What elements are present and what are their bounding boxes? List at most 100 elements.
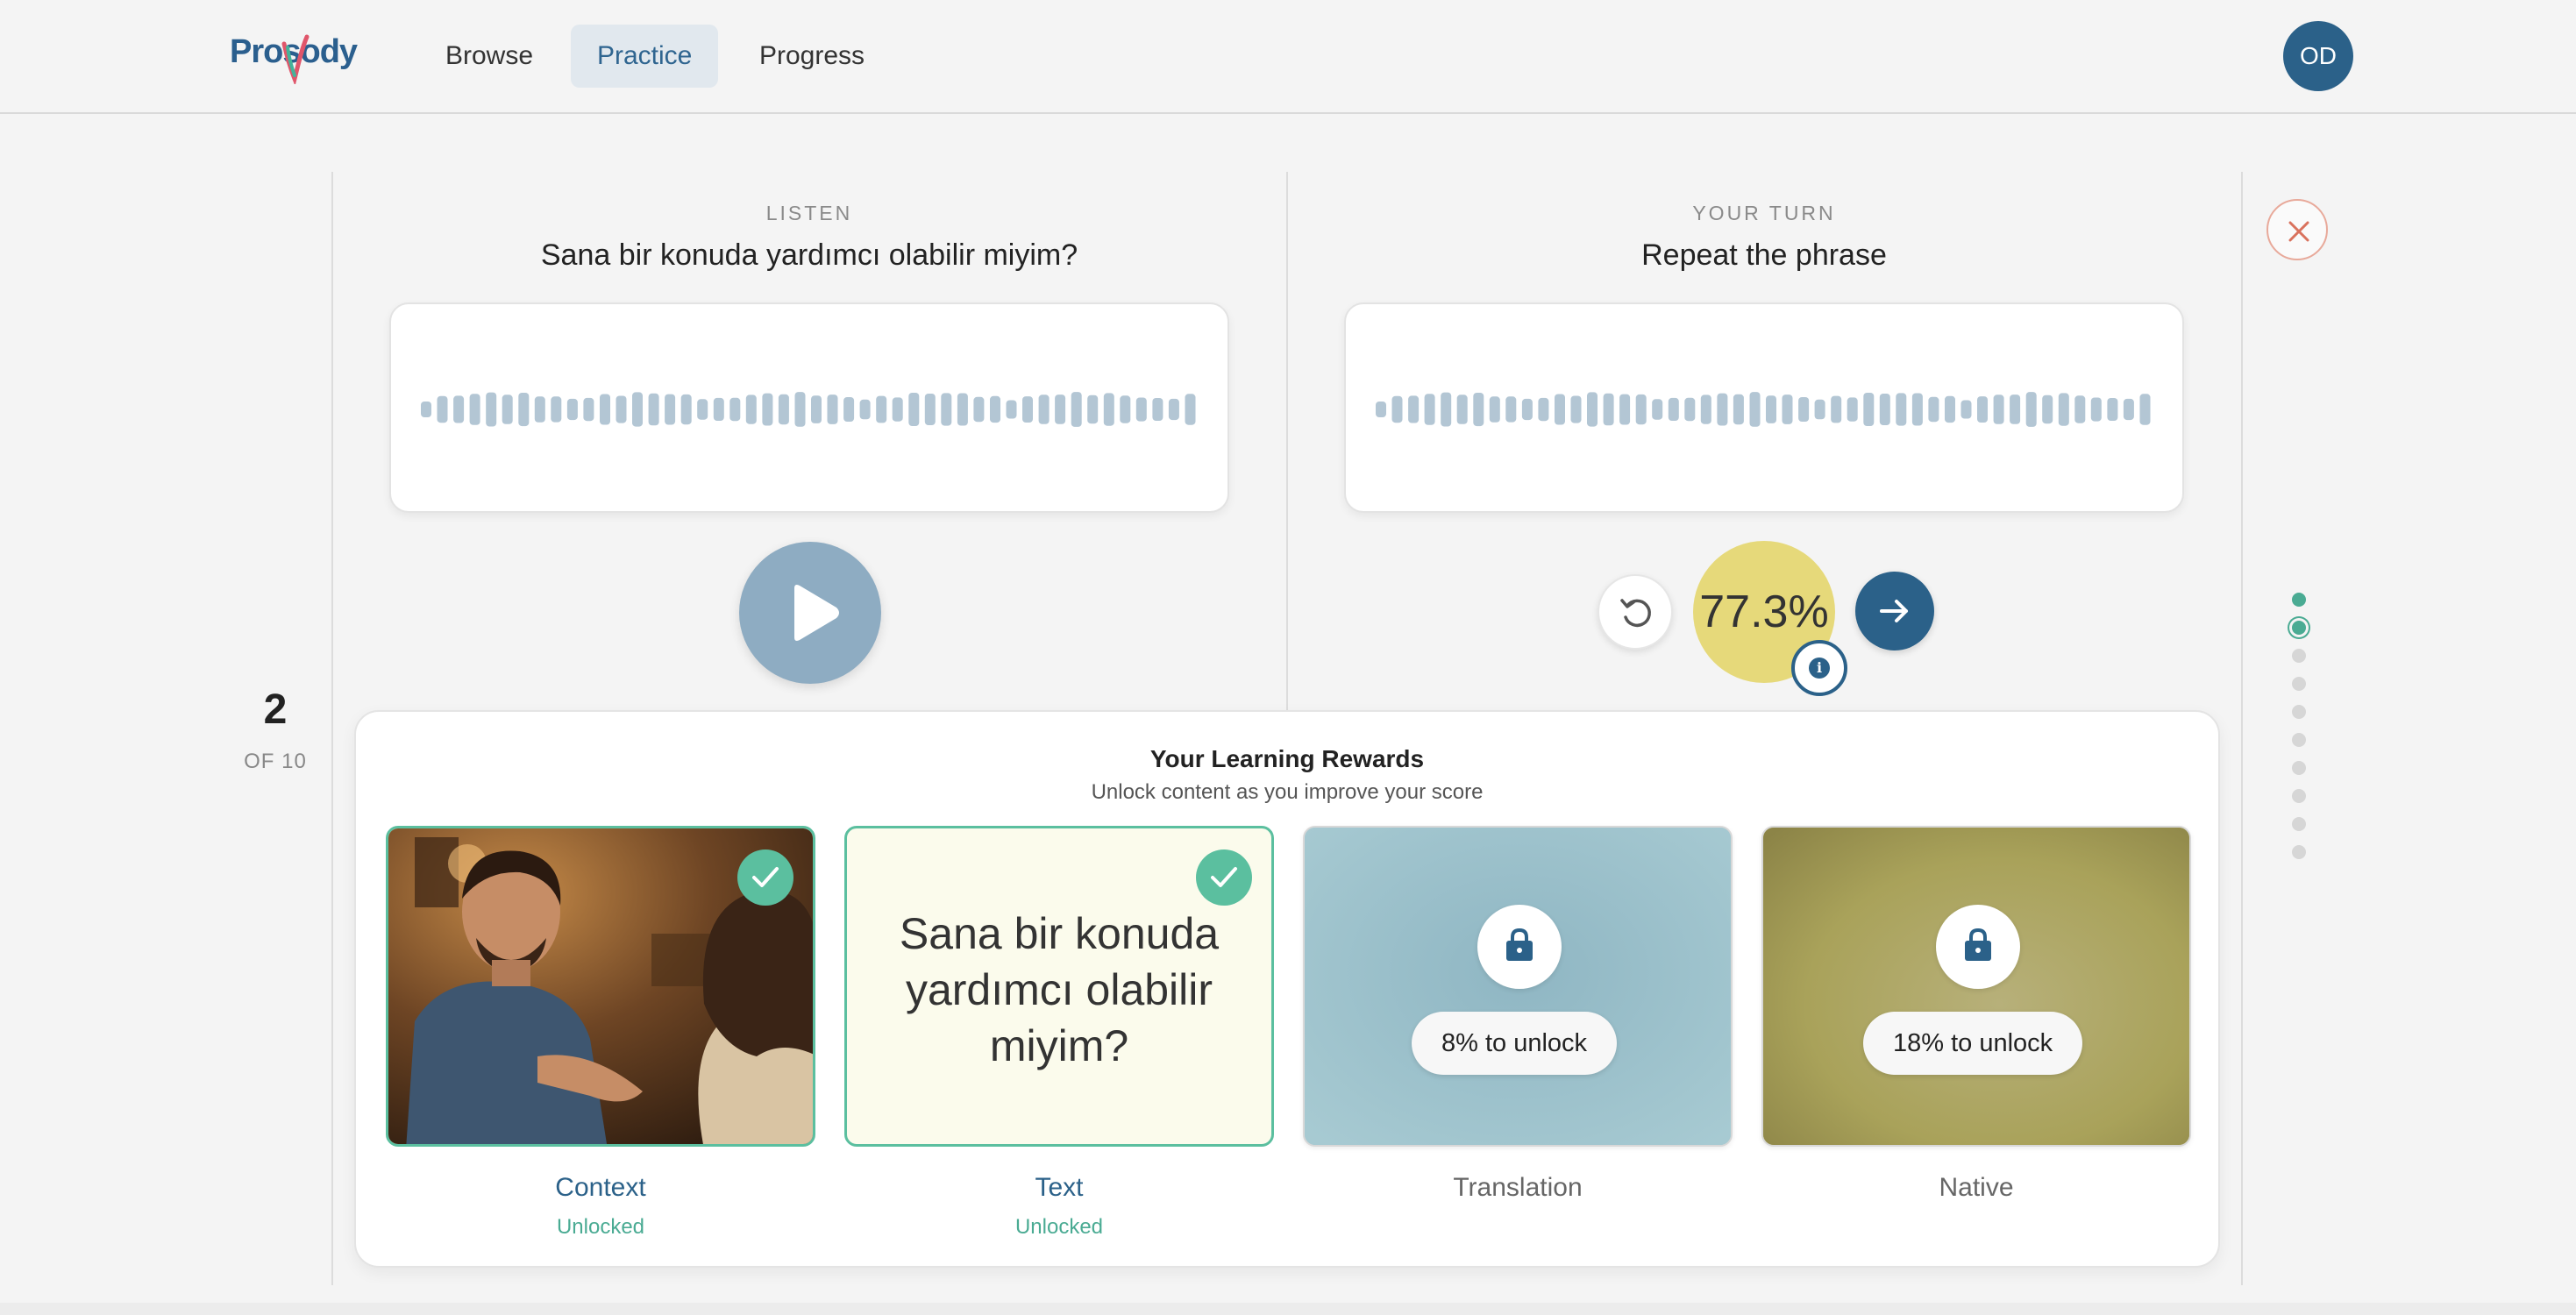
waveform-bar: [1391, 395, 1403, 423]
lock-icon: [1965, 928, 1991, 961]
waveform-bar: [1456, 394, 1468, 424]
waveform-bar: [437, 395, 448, 423]
waveform-bar: [2058, 393, 2069, 426]
waveform-bar: [1684, 397, 1696, 422]
progress-dot[interactable]: [2292, 621, 2306, 635]
check-icon: [1211, 867, 1237, 887]
progress-dot[interactable]: [2292, 705, 2306, 719]
waveform-bar: [1847, 397, 1858, 422]
waveform-bar: [1896, 393, 1907, 426]
text-status: Unlocked: [1014, 1215, 1104, 1239]
close-icon: [2288, 221, 2309, 242]
waveform-bar: [1022, 396, 1033, 423]
retry-button[interactable]: [1598, 574, 1673, 650]
reward-tile-translation[interactable]: 8% to unlock: [1303, 826, 1733, 1147]
waveform-bar: [1879, 394, 1890, 425]
progress-dot[interactable]: [2292, 817, 2306, 831]
waveform-bar: [1911, 393, 1923, 426]
waveform-bar: [2107, 398, 2118, 421]
nav-practice[interactable]: Practice: [571, 25, 719, 88]
waveform-bar: [2123, 398, 2134, 421]
waveform-bar: [973, 396, 985, 423]
progress-dot[interactable]: [2292, 845, 2306, 859]
native-lock: [1936, 905, 2020, 989]
nav-progress[interactable]: Progress: [733, 25, 891, 88]
progress-dot[interactable]: [2292, 733, 2306, 747]
progress-dot[interactable]: [2292, 649, 2306, 663]
waveform-bar: [745, 394, 757, 424]
waveform-bar: [1717, 393, 1728, 426]
play-icon: [794, 585, 839, 641]
rewards-subtitle: Unlock content as you improve your score: [1091, 780, 1484, 804]
phrase-counter-total: OF 10: [244, 750, 307, 773]
recording-waveform-bars: [1376, 392, 2151, 427]
recording-waveform[interactable]: [1344, 302, 2184, 513]
waveform-bar: [1103, 393, 1114, 426]
native-unlock-requirement: 18% to unlock: [1863, 1012, 2083, 1075]
translation-unlock-requirement: 8% to unlock: [1412, 1012, 1618, 1075]
waveform-bar: [876, 395, 887, 423]
waveform-bar: [2139, 394, 2151, 425]
waveform-bar: [680, 394, 692, 425]
progress-dot[interactable]: [2292, 677, 2306, 691]
listen-eyebrow: LISTEN: [765, 202, 853, 224]
info-icon: i: [1809, 658, 1830, 679]
waveform-bar: [729, 397, 741, 422]
waveform-bar: [2074, 395, 2086, 423]
waveform-bar: [665, 394, 676, 425]
progress-dot[interactable]: [2292, 593, 2306, 607]
prosody-logo[interactable]: Prosody: [230, 30, 358, 84]
context-status: Unlocked: [556, 1215, 645, 1239]
reward-tile-native[interactable]: 18% to unlock: [1761, 826, 2191, 1147]
waveform-bar: [583, 397, 594, 422]
waveform-bar: [518, 393, 530, 427]
waveform-bar: [697, 399, 708, 420]
waveform-bar: [924, 394, 936, 425]
phrase-counter-current: 2: [263, 686, 288, 733]
waveform-bar: [1668, 397, 1679, 421]
waveform-bar: [859, 399, 871, 420]
progress-dot[interactable]: [2292, 789, 2306, 803]
waveform-bar: [616, 395, 627, 423]
waveform-bar: [1733, 394, 1744, 425]
waveform-bar: [1945, 395, 1955, 423]
waveform-bar: [551, 396, 562, 423]
waveform-bar: [1521, 398, 1533, 421]
waveform-bar: [1652, 399, 1663, 420]
waveform-bar: [1766, 395, 1776, 423]
waveform-bar: [453, 395, 465, 423]
retry-icon: [1620, 599, 1651, 628]
reward-tile-text[interactable]: Sana bir konuda yardımcı olabilir miyim?: [844, 826, 1274, 1147]
progress-dot[interactable]: [2292, 761, 2306, 775]
waveform-bar: [794, 392, 806, 427]
waveform-bar: [892, 397, 903, 422]
waveform-bar: [1376, 402, 1386, 417]
top-nav: Prosody Browse Practice Progress OD: [0, 0, 2576, 114]
next-phrase-button[interactable]: [1855, 572, 1934, 650]
waveform-bar: [1055, 394, 1066, 424]
waveform-bar: [762, 393, 773, 426]
translation-label: Translation: [1453, 1173, 1583, 1202]
reference-waveform[interactable]: [389, 302, 1229, 513]
waveform-bar: [1185, 394, 1196, 425]
waveform-bar: [990, 395, 1000, 423]
waveform-bar: [1071, 392, 1082, 427]
context-label: Context: [555, 1173, 646, 1202]
bottom-edge: [0, 1303, 2576, 1315]
waveform-bar: [1120, 395, 1131, 423]
waveform-bar: [486, 392, 497, 427]
reward-tile-context[interactable]: [386, 826, 815, 1147]
play-button[interactable]: [739, 542, 881, 684]
center-divider: [1286, 172, 1288, 710]
waveform-bar: [1168, 398, 1179, 421]
left-divider: [331, 172, 333, 1285]
user-avatar[interactable]: OD: [2283, 21, 2353, 91]
score-info-button[interactable]: i: [1791, 640, 1847, 696]
waveform-bar: [469, 394, 480, 425]
waveform-bar: [1505, 396, 1517, 423]
waveform-bar: [1006, 400, 1017, 419]
waveform-bar: [827, 394, 838, 424]
close-session-button[interactable]: [2266, 199, 2328, 260]
waveform-bar: [2090, 397, 2102, 422]
nav-browse[interactable]: Browse: [419, 25, 559, 88]
